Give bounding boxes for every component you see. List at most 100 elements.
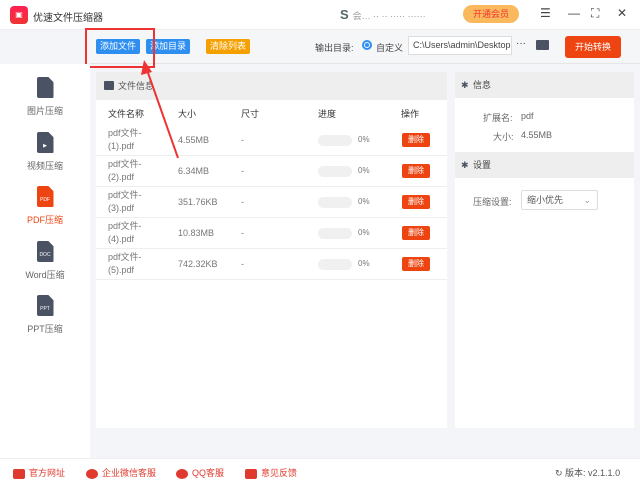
clear-list-button[interactable]: 清除列表 — [206, 39, 251, 54]
file-dimensions: - — [241, 197, 244, 207]
progress-bar — [318, 197, 352, 208]
browse-more-button[interactable]: ··· — [516, 38, 526, 49]
column-header-name: 文件名称 — [108, 109, 145, 119]
custom-radio[interactable] — [362, 40, 372, 50]
refresh-icon: ↻ — [555, 468, 566, 478]
sidebar-item-word[interactable]: DOC Word压缩 — [0, 241, 90, 281]
sidebar-item-label: Word压缩 — [25, 270, 65, 280]
wechat-icon — [86, 468, 98, 479]
version-text: 版本: v2.1.1.0 — [565, 468, 621, 478]
compress-setting-label: 压缩设置: — [473, 197, 512, 207]
delete-button[interactable]: 删除 — [402, 195, 430, 209]
progress-text: 0% — [358, 259, 370, 268]
file-info-header: 文件信息 — [96, 72, 447, 100]
info-header: 信息 — [455, 72, 634, 98]
progress-text: 0% — [358, 166, 370, 175]
delete-button[interactable]: 删除 — [402, 133, 430, 147]
file-dimensions: - — [241, 135, 244, 145]
table-row: pdf文件-(2).pdf 6.34MB - 0% 删除 — [96, 156, 447, 187]
delete-button[interactable]: 删除 — [402, 257, 430, 271]
link-label: 企业微信客服 — [102, 468, 157, 478]
file-size: 6.34MB — [178, 166, 210, 176]
settings-header: 设置 — [455, 152, 634, 178]
qq-support-link[interactable]: QQ客服 — [176, 466, 224, 479]
file-dimensions: - — [241, 228, 244, 238]
column-header-progress: 进度 — [318, 109, 337, 119]
user-avatar-icon: S — [340, 7, 349, 22]
file-size: 742.32KB — [178, 259, 218, 269]
sidebar-item-pdf[interactable]: PDF PDF压缩 — [0, 186, 90, 226]
video-file-icon: ▶ — [36, 132, 54, 153]
website-link[interactable]: 官方网址 — [13, 466, 65, 479]
progress-text: 0% — [358, 228, 370, 237]
image-file-icon — [36, 77, 54, 98]
size-value: 4.55MB — [521, 130, 553, 140]
pdf-file-icon: PDF — [36, 186, 54, 207]
version-info[interactable]: ↻ 版本: v2.1.1.0 — [555, 466, 620, 479]
file-name: pdf文件-(3).pdf — [108, 190, 142, 213]
open-folder-icon[interactable] — [536, 40, 549, 50]
file-size: 351.76KB — [178, 197, 218, 207]
progress-bar — [318, 135, 352, 146]
file-size: 10.83MB — [178, 228, 215, 238]
word-file-icon: DOC — [36, 241, 54, 262]
sidebar-item-label: PPT压缩 — [27, 324, 63, 334]
table-row: pdf文件-(1).pdf 4.55MB - 0% 删除 — [96, 125, 447, 156]
website-icon — [13, 468, 25, 479]
vip-button[interactable]: 开通会员 — [463, 5, 519, 23]
link-label: 意见反馈 — [261, 468, 298, 478]
user-account[interactable]: S 会… ·· ·· ····· ······ — [340, 7, 426, 22]
user-name: 会… ·· ·· ····· ······ — [352, 11, 426, 21]
delete-button[interactable]: 删除 — [402, 226, 430, 240]
progress-bar — [318, 166, 352, 177]
ppt-file-icon: PPT — [36, 295, 54, 316]
compress-setting-select[interactable]: 缩小优先 ⌄ — [521, 190, 598, 210]
close-icon[interactable]: ✕ — [617, 6, 627, 20]
file-dimensions: - — [241, 166, 244, 176]
annotation-highlight-box — [85, 28, 155, 68]
feedback-icon — [245, 468, 257, 479]
file-name: pdf文件-(1).pdf — [108, 128, 142, 151]
minimize-icon[interactable]: — — [568, 6, 580, 20]
maximize-icon[interactable]: ⛶ — [591, 6, 599, 21]
file-size: 4.55MB — [178, 135, 210, 145]
table-row: pdf文件-(3).pdf 351.76KB - 0% 删除 — [96, 187, 447, 218]
progress-bar — [318, 228, 352, 239]
table-row: pdf文件-(5).pdf 742.32KB - 0% 删除 — [96, 249, 447, 280]
progress-text: 0% — [358, 197, 370, 206]
table-row: pdf文件-(4).pdf 10.83MB - 0% 删除 — [96, 218, 447, 249]
start-convert-button[interactable]: 开始转换 — [565, 36, 621, 58]
sidebar-item-ppt[interactable]: PPT PPT压缩 — [0, 295, 90, 335]
feedback-link[interactable]: 意见反馈 — [245, 466, 297, 479]
progress-text: 0% — [358, 135, 370, 144]
custom-label: 自定义 — [376, 43, 404, 53]
wechat-support-link[interactable]: 企业微信客服 — [86, 466, 156, 479]
sidebar-item-image[interactable]: 图片压缩 — [0, 77, 90, 117]
progress-bar — [318, 259, 352, 270]
size-label: 大小: — [493, 132, 514, 142]
ext-label: 扩展名: — [483, 113, 513, 123]
app-logo-icon: ▣ — [10, 6, 28, 24]
delete-button[interactable]: 删除 — [402, 164, 430, 178]
column-header-size: 大小 — [178, 109, 197, 119]
select-value: 缩小优先 — [527, 195, 564, 205]
app-title: 优速文件压缩器 — [33, 13, 103, 24]
column-header-dimensions: 尺寸 — [241, 109, 260, 119]
link-label: QQ客服 — [192, 468, 225, 478]
menu-icon[interactable]: ☰ — [540, 6, 551, 20]
sidebar-item-label: 视频压缩 — [26, 161, 63, 171]
info-panel — [455, 72, 634, 428]
output-dir-label: 输出目录: — [315, 43, 354, 53]
sidebar-item-label: PDF压缩 — [26, 215, 63, 225]
sidebar-item-label: 图片压缩 — [26, 106, 63, 116]
output-path-input[interactable]: C:\Users\admin\Desktop — [408, 36, 512, 55]
qq-icon — [176, 468, 188, 479]
sidebar-item-video[interactable]: ▶ 视频压缩 — [0, 132, 90, 172]
ext-value: pdf — [521, 111, 534, 121]
file-name: pdf文件-(4).pdf — [108, 221, 142, 244]
file-name: pdf文件-(5).pdf — [108, 252, 142, 275]
file-dimensions: - — [241, 259, 244, 269]
file-name: pdf文件-(2).pdf — [108, 159, 142, 182]
link-label: 官方网址 — [29, 468, 66, 478]
column-header-action: 操作 — [401, 109, 420, 119]
